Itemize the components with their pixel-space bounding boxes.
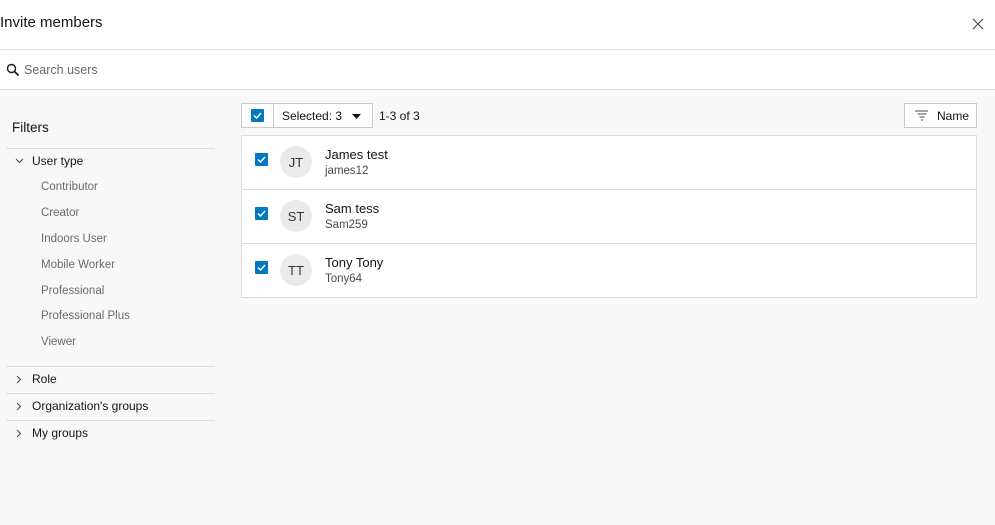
- row-checkbox[interactable]: [255, 261, 268, 274]
- filter-option-contributor[interactable]: Contributor: [41, 181, 98, 193]
- chevron-right-icon: [16, 402, 22, 410]
- avatar: JT: [280, 146, 312, 178]
- user-name: Sam tess: [325, 201, 380, 216]
- filter-group-my-groups[interactable]: My groups: [6, 422, 215, 444]
- filter-option-mobile-worker[interactable]: Mobile Worker: [41, 259, 115, 271]
- user-username: Sam259: [325, 219, 368, 231]
- chevron-right-icon: [16, 429, 22, 437]
- search-input[interactable]: [24, 58, 984, 82]
- chevron-down-icon: [15, 158, 23, 164]
- avatar: ST: [280, 200, 312, 232]
- avatar: TT: [280, 254, 312, 286]
- checkmark-icon: [257, 264, 266, 271]
- filter-option-indoors-user[interactable]: Indoors User: [41, 233, 107, 245]
- chevron-right-icon: [16, 375, 22, 383]
- filter-group-role[interactable]: Role: [6, 368, 215, 390]
- divider: [6, 393, 215, 394]
- checkmark-icon: [257, 156, 266, 163]
- divider: [6, 366, 215, 367]
- filter-option-professional-plus[interactable]: Professional Plus: [41, 310, 130, 322]
- dialog-title: Invite members: [0, 14, 103, 31]
- select-all-checkbox[interactable]: [241, 103, 274, 128]
- sort-lines-icon: [915, 110, 928, 121]
- user-row[interactable]: JT James test james12: [242, 136, 976, 190]
- user-list: JT James test james12 ST Sam tess Sam259…: [241, 135, 977, 298]
- user-username: james12: [325, 165, 369, 177]
- row-checkbox[interactable]: [255, 153, 268, 166]
- checkbox-checked: [251, 109, 264, 122]
- filters-title: Filters: [12, 120, 49, 135]
- filter-option-viewer[interactable]: Viewer: [41, 336, 76, 348]
- search-bar: [0, 50, 995, 90]
- filter-group-label: User type: [32, 154, 84, 168]
- filter-option-professional[interactable]: Professional: [41, 285, 104, 297]
- selected-dropdown[interactable]: Selected: 3: [273, 103, 373, 128]
- filter-option-creator[interactable]: Creator: [41, 207, 79, 219]
- divider: [6, 420, 215, 421]
- filter-group-label: My groups: [32, 426, 89, 440]
- sort-label: Name: [937, 108, 970, 123]
- selected-dropdown-label: Selected: 3: [282, 108, 343, 123]
- user-name: James test: [325, 147, 388, 162]
- checkmark-icon: [257, 210, 266, 217]
- row-checkbox[interactable]: [255, 207, 268, 220]
- checkmark-icon: [253, 112, 262, 119]
- divider: [6, 148, 215, 149]
- sort-button[interactable]: Name: [904, 103, 977, 128]
- user-row[interactable]: TT Tony Tony Tony64: [242, 244, 976, 298]
- filter-group-label: Role: [32, 372, 57, 386]
- caret-down-icon: [352, 114, 361, 119]
- search-icon: [6, 63, 20, 77]
- user-name: Tony Tony: [325, 255, 384, 270]
- filter-group-organizations-groups[interactable]: Organization's groups: [6, 395, 215, 417]
- user-row[interactable]: ST Sam tess Sam259: [242, 190, 976, 244]
- filter-group-label: Organization's groups: [32, 399, 149, 413]
- filter-group-user-type[interactable]: User type: [6, 150, 215, 172]
- results-count: 1-3 of 3: [379, 109, 420, 123]
- user-username: Tony64: [325, 273, 363, 285]
- close-button[interactable]: [969, 15, 987, 33]
- close-icon: [972, 18, 984, 30]
- dialog-header: Invite members: [0, 0, 995, 50]
